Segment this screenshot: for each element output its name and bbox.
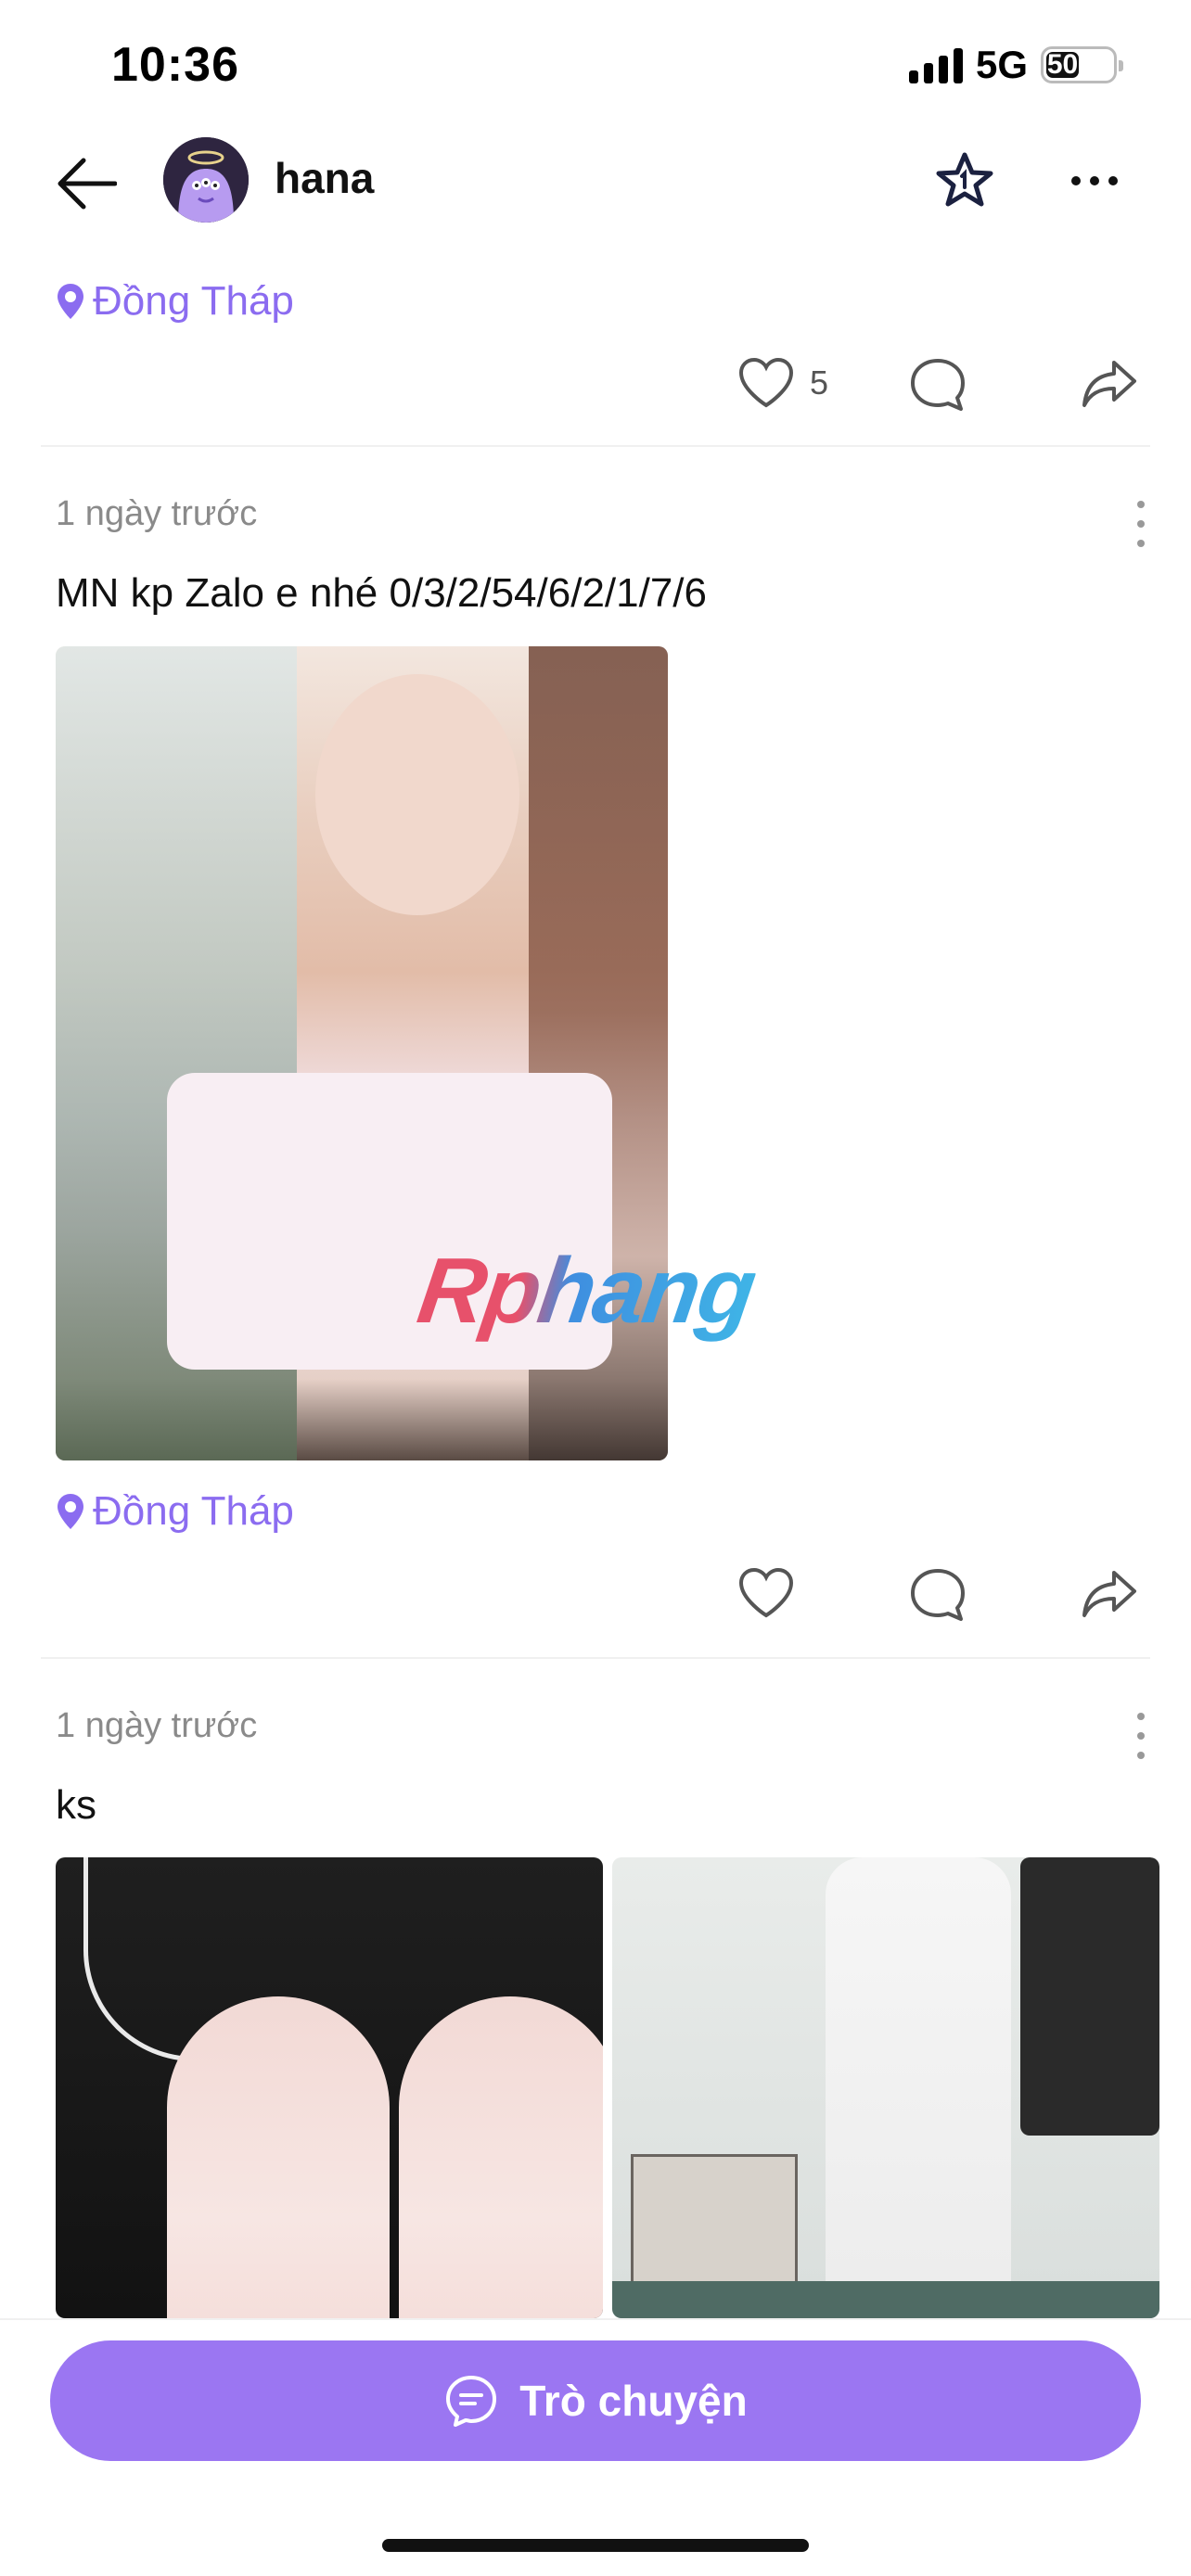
- post-menu-button[interactable]: [1132, 501, 1150, 547]
- more-options-button[interactable]: [1057, 144, 1132, 218]
- status-bar: 10:36 5G 50: [0, 0, 1191, 130]
- comment-button[interactable]: [909, 1567, 967, 1623]
- like-button[interactable]: 5: [737, 357, 828, 409]
- post-actions: 5: [0, 348, 1191, 431]
- chat-button[interactable]: Trò chuyện: [50, 2340, 1141, 2461]
- post-menu-button[interactable]: [1132, 1713, 1150, 1759]
- watermark-logo: Rphang: [412, 1239, 762, 1343]
- arrow-left-icon: [58, 158, 117, 209]
- more-dot-icon: [1071, 176, 1081, 185]
- post-divider: [41, 445, 1150, 447]
- home-indicator[interactable]: [382, 2539, 809, 2552]
- post-time: 1 ngày trước: [56, 494, 258, 533]
- status-indicators: 5G 50: [908, 43, 1123, 87]
- heart-icon: [738, 1567, 794, 1618]
- vertical-dots-icon: [1137, 501, 1145, 508]
- profile-header: hana: [0, 130, 1191, 232]
- profile-username[interactable]: hana: [275, 153, 374, 203]
- share-icon: [1082, 1571, 1136, 1617]
- status-time: 10:36: [111, 38, 239, 92]
- post-text: ks: [56, 1782, 96, 1828]
- like-count: 5: [810, 363, 829, 402]
- monster-avatar-icon: [163, 137, 249, 223]
- chat-button-label: Trò chuyện: [519, 2377, 748, 2425]
- post-divider: [41, 1657, 1150, 1659]
- bottom-bar: Trò chuyện: [0, 2318, 1191, 2576]
- post-photo[interactable]: [612, 1857, 1159, 2318]
- comment-button[interactable]: [909, 357, 967, 413]
- share-icon: [1082, 361, 1136, 407]
- comment-icon: [911, 359, 965, 411]
- post-location[interactable]: Đồng Tháp: [56, 278, 294, 325]
- location-label: Đồng Tháp: [93, 278, 294, 324]
- heart-icon: [738, 357, 794, 408]
- network-label: 5G: [975, 43, 1028, 86]
- signal-icon: [908, 46, 963, 83]
- post-text: MN kp Zalo e nhé 0/3/2/54/6/2/1/7/6: [56, 570, 708, 616]
- battery-level: 50: [1046, 49, 1079, 80]
- like-button[interactable]: [737, 1567, 795, 1619]
- post-location[interactable]: Đồng Tháp: [56, 1488, 294, 1535]
- comment-icon: [911, 1569, 965, 1621]
- post-actions: [0, 1558, 1191, 1641]
- chat-bubble-icon: [446, 2376, 497, 2427]
- post-time: 1 ngày trước: [56, 1706, 258, 1745]
- location-label: Đồng Tháp: [93, 1488, 294, 1534]
- battery-icon: 50: [1041, 46, 1123, 83]
- post-photo[interactable]: [56, 1857, 603, 2318]
- share-button[interactable]: [1081, 359, 1138, 409]
- star-icon: [936, 152, 993, 207]
- location-pin-icon: [58, 1494, 83, 1529]
- vertical-dots-icon: [1137, 1713, 1145, 1720]
- location-pin-icon: [58, 284, 83, 319]
- favorite-button[interactable]: [928, 144, 1002, 218]
- share-button[interactable]: [1081, 1569, 1138, 1619]
- back-button[interactable]: [51, 148, 121, 218]
- avatar[interactable]: [163, 137, 249, 223]
